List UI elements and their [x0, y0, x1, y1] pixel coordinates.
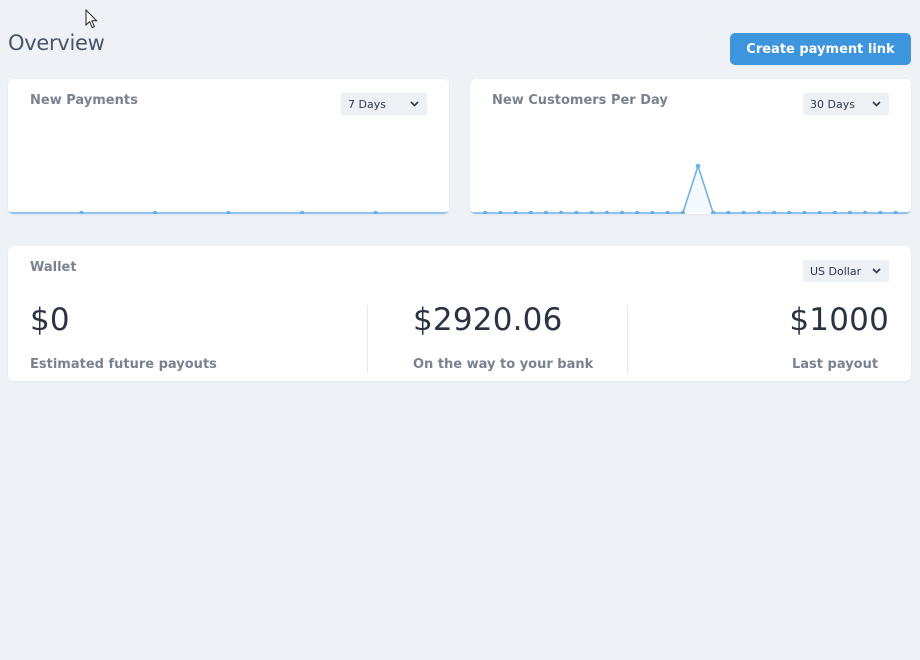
chart-point	[8, 210, 11, 214]
chart-point	[634, 210, 640, 214]
chart-point	[558, 210, 564, 214]
chart-point	[756, 210, 762, 214]
chart-point	[513, 210, 518, 214]
chart-point	[619, 210, 625, 214]
chart-point	[893, 210, 898, 214]
chart-point	[373, 210, 378, 214]
on-the-way-label: On the way to your bank	[413, 357, 594, 372]
currency-select-label: US Dollar	[810, 264, 862, 278]
new-payments-title: New Payments	[30, 93, 138, 108]
chart-point	[528, 210, 534, 214]
chart-point	[802, 210, 807, 214]
future-payouts-amount: $0	[30, 302, 70, 338]
chart-point	[786, 210, 792, 214]
chart-point	[543, 210, 549, 214]
wallet-divider	[627, 305, 628, 373]
chart-point	[446, 210, 449, 214]
new-customers-range-select[interactable]: 30 Days	[803, 93, 889, 115]
chart-point	[482, 210, 488, 214]
chart-point	[908, 210, 911, 214]
chart-point	[817, 210, 822, 214]
chart-point	[847, 210, 853, 214]
chart-point	[832, 210, 838, 214]
new-customers-card: New Customers Per Day 30 Days	[470, 79, 911, 214]
chart-point	[665, 210, 670, 214]
chevron-down-icon	[870, 98, 882, 110]
new-customers-title: New Customers Per Day	[492, 93, 668, 108]
chart-point	[498, 210, 503, 214]
chart-point	[741, 210, 746, 214]
chart-point	[574, 210, 579, 214]
future-payouts-label: Estimated future payouts	[30, 357, 217, 372]
new-payments-range-label: 7 Days	[348, 97, 386, 111]
chevron-down-icon	[408, 98, 420, 110]
on-the-way-amount: $2920.06	[413, 302, 563, 338]
new-payments-range-select[interactable]: 7 Days	[341, 93, 427, 115]
currency-select[interactable]: US Dollar	[803, 260, 889, 282]
chart-point	[226, 210, 231, 214]
chart-point	[79, 210, 84, 214]
last-payout-amount: $1000	[789, 302, 889, 338]
chart-point	[862, 210, 868, 214]
chart-point	[878, 210, 883, 214]
chart-point	[589, 210, 594, 214]
arrow-cursor-icon	[85, 9, 98, 29]
last-payout-label: Last payout	[792, 357, 879, 372]
new-payments-chart	[8, 210, 449, 214]
chart-point	[650, 210, 655, 214]
create-payment-link-button[interactable]: Create payment link	[730, 33, 911, 65]
page-title: Overview	[8, 31, 105, 55]
chevron-down-icon	[870, 265, 882, 277]
new-payments-card: New Payments 7 Days	[8, 79, 449, 214]
new-customers-range-label: 30 Days	[810, 97, 855, 111]
chart-point	[695, 163, 701, 169]
wallet-title: Wallet	[30, 260, 77, 275]
chart-point	[152, 210, 158, 214]
new-customers-chart	[470, 163, 911, 214]
wallet-divider	[367, 305, 368, 373]
chart-point	[470, 210, 473, 214]
chart-point	[726, 210, 731, 214]
chart-point	[299, 210, 305, 214]
chart-point	[771, 210, 777, 214]
chart-point	[604, 210, 610, 214]
